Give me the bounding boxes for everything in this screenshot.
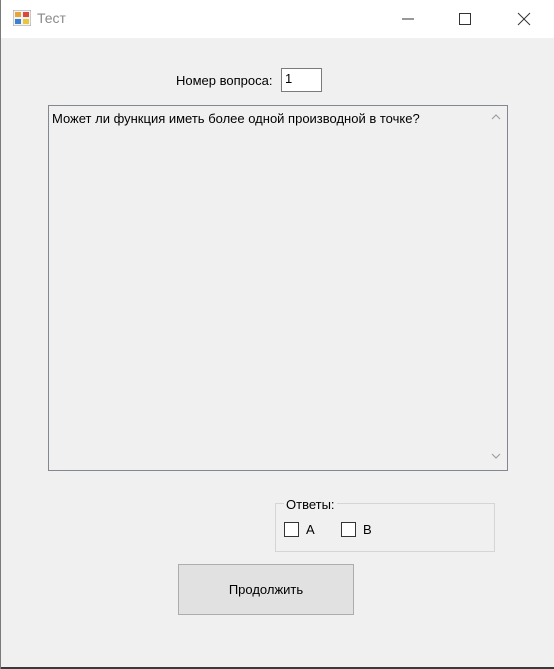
question-number-label: Номер вопроса:	[176, 73, 273, 88]
vertical-scrollbar[interactable]	[485, 106, 507, 470]
minimize-icon	[402, 18, 414, 20]
answer-b-checkbox[interactable]	[341, 522, 356, 537]
question-number-field[interactable]: 1	[281, 68, 322, 92]
title-bar[interactable]: Тест	[1, 0, 554, 38]
continue-button[interactable]: Продолжить	[178, 564, 354, 615]
answer-a-label[interactable]: A	[306, 522, 315, 537]
answers-groupbox: Ответы: A B	[275, 497, 495, 552]
minimize-button[interactable]	[385, 0, 431, 38]
answer-b-label[interactable]: B	[363, 522, 372, 537]
close-button[interactable]	[501, 0, 547, 38]
window-title: Тест	[37, 10, 66, 26]
scroll-up-arrow-icon[interactable]	[491, 114, 501, 120]
app-form-icon	[13, 10, 31, 26]
answer-a-checkbox[interactable]	[284, 522, 299, 537]
test-window: Тест Номер вопроса: 1 Может ли функция и…	[0, 0, 554, 669]
close-icon	[517, 12, 531, 26]
question-textbox[interactable]: Может ли функция иметь более одной произ…	[48, 105, 508, 471]
scroll-down-arrow-icon[interactable]	[491, 453, 501, 459]
question-text: Может ли функция иметь более одной произ…	[52, 111, 420, 126]
answers-legend: Ответы:	[284, 497, 337, 512]
maximize-button[interactable]	[442, 0, 488, 38]
maximize-icon	[459, 13, 471, 25]
